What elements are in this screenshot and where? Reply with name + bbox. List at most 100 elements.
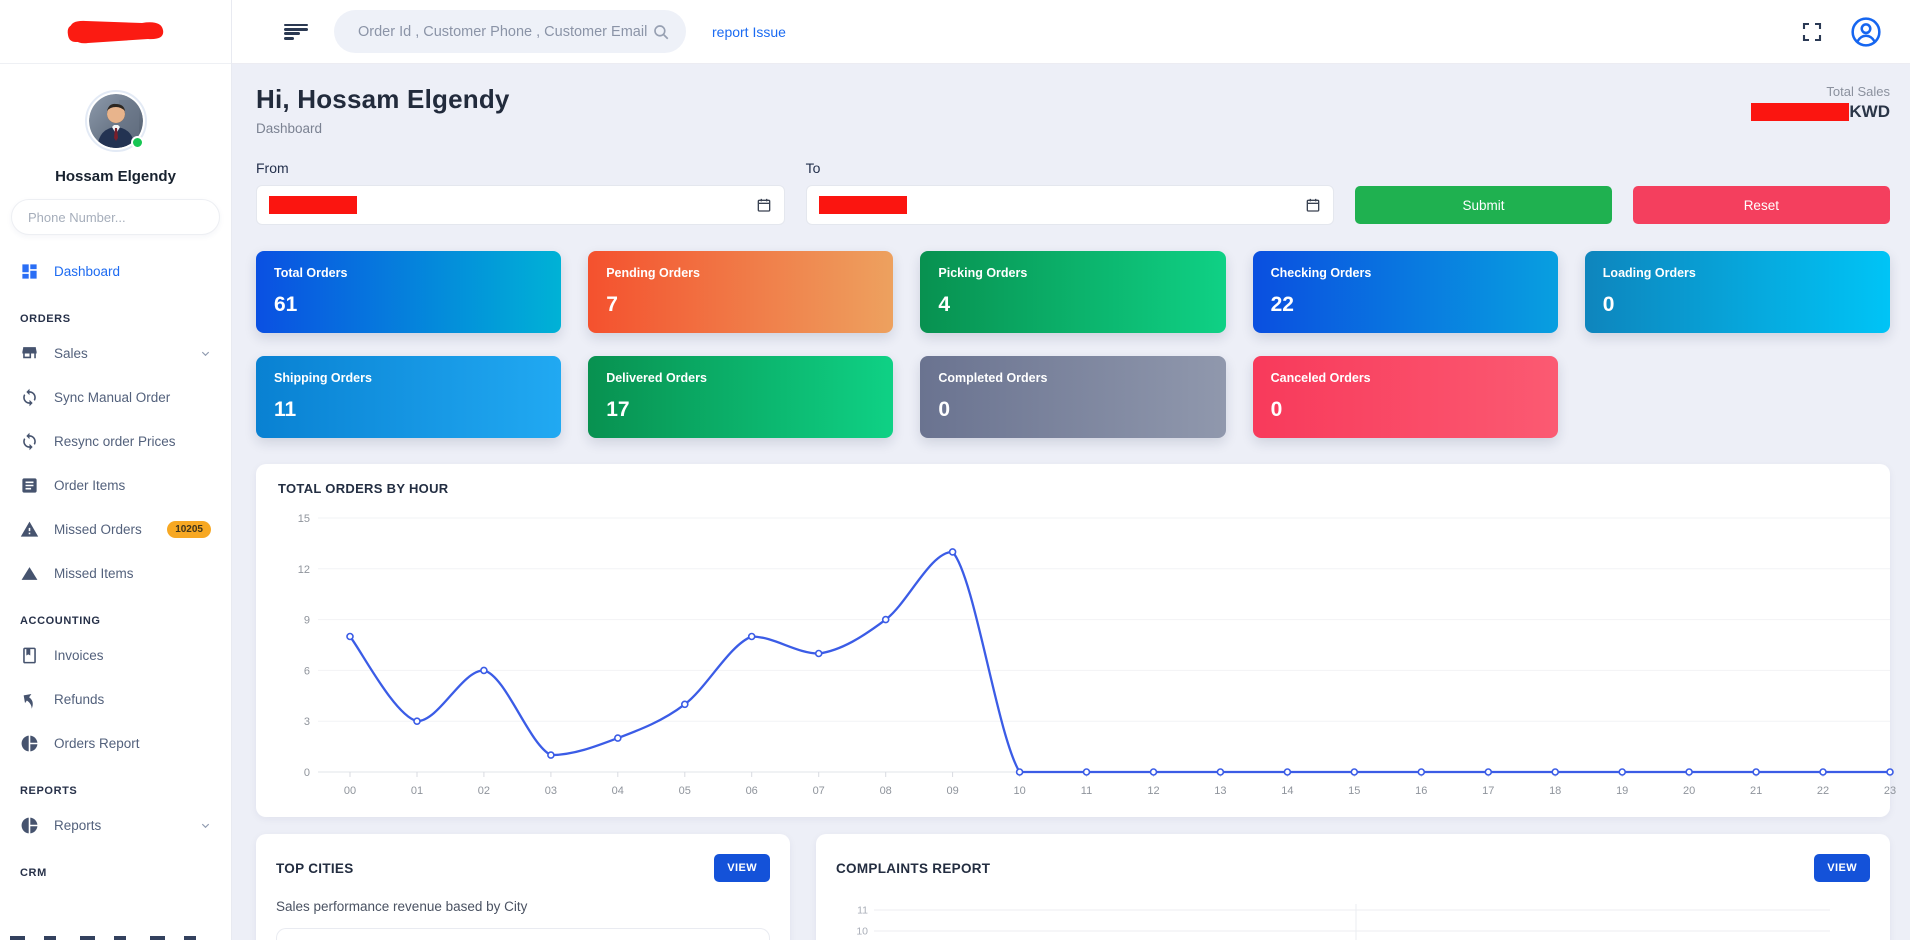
search-input[interactable] [358,24,652,40]
phone-number-input[interactable] [11,199,220,235]
date-filter-row: From To [256,160,1890,225]
from-date-input[interactable] [256,185,785,225]
complaints-chart: 11 10 [836,898,1870,940]
online-status-dot [131,136,144,149]
report-icon [20,734,39,753]
search-icon[interactable] [652,23,670,41]
svg-text:10: 10 [856,926,868,938]
complaints-view-button[interactable]: VIEW [1814,854,1870,882]
sidebar-item-refunds[interactable]: Refunds [0,677,231,721]
sidebar-item-sync-manual-order[interactable]: Sync Manual Order [0,375,231,419]
to-date-redacted-value [819,196,907,214]
sidebar-item-order-items[interactable]: Order Items [0,463,231,507]
top-cities-subtitle: Sales performance revenue based by City [276,899,770,914]
topbar: report Issue [232,0,1910,64]
document-icon [20,476,39,495]
submit-button[interactable]: Submit [1355,186,1611,224]
fullscreen-icon[interactable] [1800,20,1824,44]
nav-section-crm: CRM [0,847,231,885]
stat-label: Pending Orders [606,266,875,280]
sidebar-nav: Dashboard ORDERSSales Sync Manual Order Res… [0,235,231,940]
stat-label: Checking Orders [1271,266,1540,280]
stat-card-pending-orders: Pending Orders7 [588,251,893,333]
main-area: report Issue Hi, Hossam Elgendy Dashboar… [232,0,1910,940]
chevron-down-icon [200,348,211,359]
sidebar-item-label: Resync order Prices [54,434,176,449]
svg-text:22: 22 [1817,785,1829,797]
missed-orders-count-badge: 10205 [167,521,211,538]
stat-card-picking-orders: Picking Orders4 [920,251,1225,333]
invoice-icon [20,646,39,665]
triangle-icon [20,564,39,583]
stat-card-total-orders: Total Orders 61 [256,251,561,333]
svg-text:09: 09 [946,785,958,797]
nav-section-reports: REPORTS [0,765,231,803]
stat-label: Loading Orders [1603,266,1872,280]
from-date-redacted-value [269,196,357,214]
stat-label: Completed Orders [938,371,1207,385]
sidebar-item-missed-items[interactable]: Missed Items [0,551,231,595]
nav-section-orders: ORDERS [0,293,231,331]
from-label: From [256,160,785,176]
total-sales-currency: KWD [1849,102,1890,122]
sidebar-item-dashboard[interactable]: Dashboard [0,249,231,293]
stat-value: 22 [1271,293,1540,317]
svg-text:17: 17 [1482,785,1494,797]
sidebar-item-label: Sync Manual Order [54,390,170,405]
stat-value: 4 [938,293,1207,317]
user-profile: Hossam Elgendy [0,64,231,235]
svg-text:08: 08 [880,785,892,797]
sidebar-item-resync-order-prices[interactable]: Resync order Prices [0,419,231,463]
stat-card-checking-orders: Checking Orders 22 [1253,251,1558,333]
sync-icon [20,388,39,407]
to-date-input[interactable] [806,185,1335,225]
refund-icon [20,690,39,709]
svg-text:15: 15 [298,513,310,525]
dashboard-content: Hi, Hossam Elgendy Dashboard Total Sales… [232,64,1910,940]
sidebar-item-reports[interactable]: Reports [0,803,231,847]
stat-cards-grid: Total Orders 61 Pending Orders7 Picking Ord… [256,251,1890,438]
total-sales-block: Total Sales KWD [1751,84,1890,122]
sidebar-item-missed-orders[interactable]: Missed Orders 10205 [0,507,231,551]
sales-icon [20,344,39,363]
brand-logo-redacted[interactable] [62,15,170,49]
stat-value: 11 [274,398,543,422]
warning-icon [20,520,39,539]
orders-by-hour-card: TOTAL ORDERS BY HOUR 0369121500010203040… [256,464,1890,817]
chevron-down-icon [200,820,211,831]
svg-text:6: 6 [304,665,310,677]
complaints-title: COMPLAINTS REPORT [836,861,990,876]
sync-icon [20,432,39,451]
report-icon [20,816,39,835]
calendar-icon[interactable] [756,197,772,213]
stat-card-loading-orders: Loading Orders 0 [1585,251,1890,333]
svg-text:11: 11 [1081,785,1092,797]
total-sales-label: Total Sales [1751,84,1890,99]
stat-label: Total Orders [274,266,543,280]
sidebar-item-label: Reports [54,818,101,833]
svg-text:03: 03 [545,785,557,797]
svg-text:11: 11 [857,905,868,917]
sidebar-item-label: Order Items [54,478,125,493]
svg-text:13: 13 [1214,785,1226,797]
menu-toggle-icon[interactable] [284,24,308,40]
stat-value: 61 [274,293,543,317]
calendar-icon[interactable] [1305,197,1321,213]
sidebar-item-invoices[interactable]: Invoices [0,633,231,677]
stat-card-canceled-orders: Canceled Orders0 [1253,356,1558,438]
complaints-report-card: COMPLAINTS REPORT VIEW 11 10 [816,834,1890,940]
svg-text:02: 02 [478,785,490,797]
report-issue-link[interactable]: report Issue [712,24,786,40]
sidebar-item-label: Dashboard [54,264,120,279]
sidebar-item-label: Refunds [54,692,104,707]
svg-text:9: 9 [304,615,310,627]
sidebar-item-sales[interactable]: Sales [0,331,231,375]
sidebar-item-label: Missed Orders [54,522,142,537]
page-title: Hi, Hossam Elgendy [256,84,510,115]
top-cities-view-button[interactable]: VIEW [714,854,770,882]
stat-value: 0 [1603,293,1872,317]
account-icon[interactable] [1850,16,1882,48]
stat-label: Canceled Orders [1271,371,1540,385]
sidebar-item-orders-report[interactable]: Orders Report [0,721,231,765]
reset-button[interactable]: Reset [1633,186,1890,224]
